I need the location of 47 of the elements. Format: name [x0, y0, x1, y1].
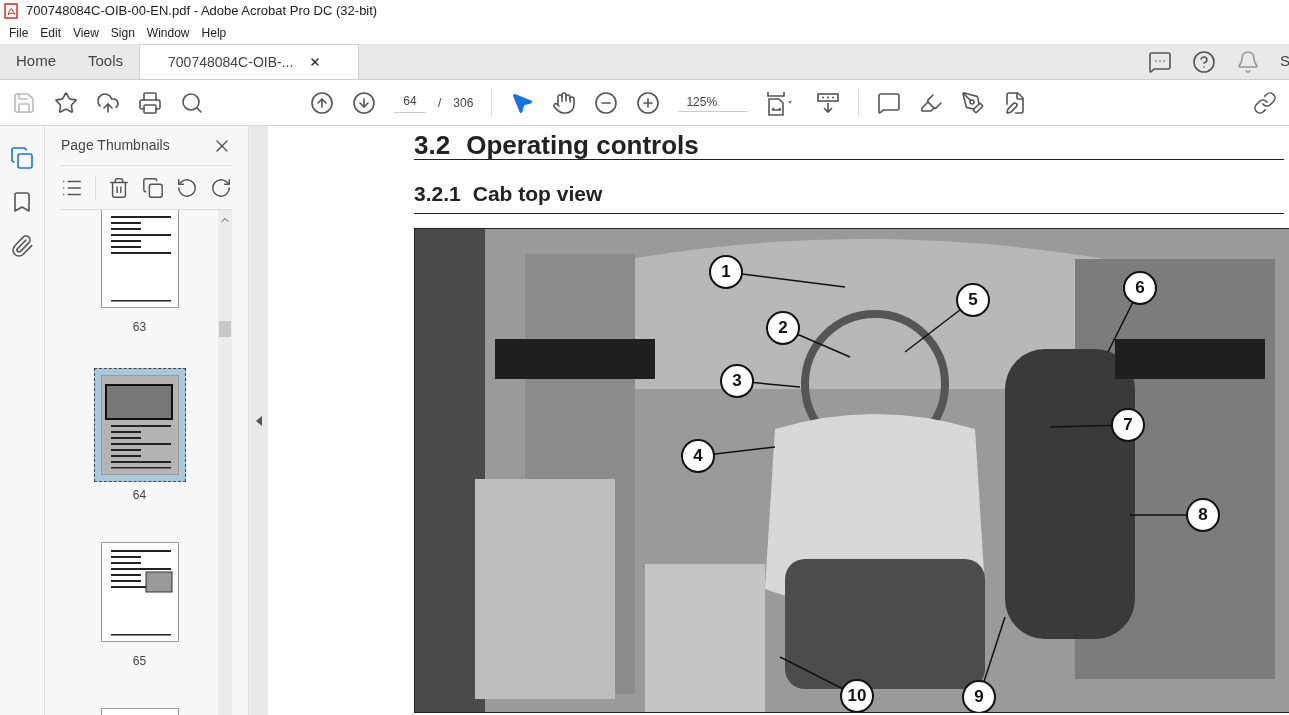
- print-icon[interactable]: [138, 90, 162, 115]
- menu-item[interactable]: File: [4, 24, 34, 42]
- menu-item[interactable]: Help: [196, 24, 232, 42]
- menu-item[interactable]: View: [68, 24, 104, 42]
- upload-icon[interactable]: [96, 90, 120, 115]
- page-number: 63: [132, 319, 147, 336]
- page-number-field[interactable]: 64: [394, 92, 426, 113]
- paperclip-icon[interactable]: [10, 234, 34, 258]
- page-separator: /: [438, 94, 442, 112]
- pages-icon[interactable]: [10, 146, 34, 170]
- star-icon[interactable]: [54, 90, 78, 115]
- comment-icon[interactable]: [877, 90, 902, 115]
- insert-page-icon[interactable]: [141, 175, 164, 200]
- page-total: 306: [453, 94, 474, 112]
- pen-icon[interactable]: [961, 90, 986, 115]
- link-icon[interactable]: [1253, 90, 1277, 115]
- section-number: 3.2: [414, 129, 451, 162]
- page-thumbnail[interactable]: [93, 368, 186, 482]
- panel-title: Page Thumbnails: [61, 136, 170, 155]
- hand-icon[interactable]: [552, 90, 577, 115]
- next-page-icon[interactable]: [352, 90, 376, 115]
- collapse-panel-icon[interactable]: [255, 415, 262, 426]
- page-number: 64: [132, 487, 147, 504]
- menu-item[interactable]: Sign: [105, 24, 140, 42]
- zoom-dropdown[interactable]: 125%: [678, 93, 749, 112]
- account-initial[interactable]: S: [1280, 50, 1289, 73]
- menu-item[interactable]: Edit: [35, 24, 67, 42]
- pdf-icon: [4, 3, 18, 19]
- menu-item[interactable]: Window: [141, 24, 195, 42]
- tab[interactable]: Tools: [72, 44, 140, 79]
- subsection-heading: Cab top view: [472, 180, 603, 207]
- scroll-mode-icon[interactable]: [816, 90, 841, 115]
- zoom-out-icon[interactable]: [594, 90, 619, 115]
- page-number: 65: [132, 653, 147, 670]
- tab[interactable]: 700748084C-OIB-...: [139, 44, 360, 79]
- zoom-in-icon[interactable]: [636, 90, 661, 115]
- delete-icon[interactable]: [107, 175, 130, 200]
- help-icon[interactable]: [1192, 49, 1216, 74]
- subsection-number: 3.2.1: [414, 180, 461, 207]
- window-title: 700748084C-OIB-00-EN.pdf - Adobe Acrobat Pro DC (32-bit): [26, 2, 378, 21]
- tab[interactable]: Home: [0, 44, 72, 79]
- scrollbar-thumb[interactable]: [219, 321, 231, 337]
- section-heading: Operating controls: [466, 129, 699, 162]
- chat-icon[interactable]: [1148, 49, 1172, 74]
- close-icon[interactable]: [309, 56, 322, 68]
- search-icon[interactable]: [180, 90, 204, 115]
- previous-page-icon[interactable]: [310, 90, 334, 115]
